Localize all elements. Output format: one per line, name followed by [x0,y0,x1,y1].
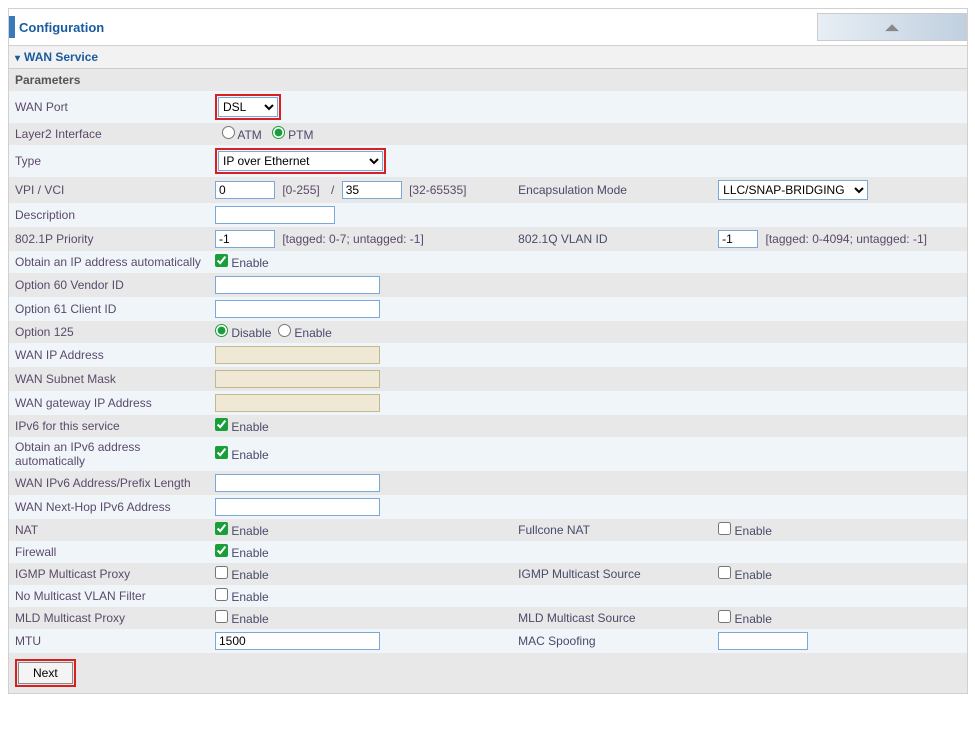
parameters-header: Parameters [9,69,967,91]
header-accent [9,16,15,38]
vpi-vci-sep: / [331,183,334,197]
igmp-src-label: IGMP Multicast Source [512,563,712,585]
wan-mask-input[interactable] [215,370,380,388]
wan-ip-label: WAN IP Address [9,343,209,367]
ipv6-addr-label: WAN IPv6 Address/Prefix Length [9,471,209,495]
opt125-enable-text: Enable [294,326,331,340]
igmp-label: IGMP Multicast Proxy [9,563,209,585]
encap-select[interactable]: LLC/SNAP-BRIDGING [718,180,868,200]
parameters-table: WAN Port DSL Layer2 Interface ATM PTM Ty… [9,91,967,653]
page-title: Configuration [19,20,104,35]
novlan-label: No Multicast VLAN Filter [9,585,209,607]
vci-hint: [32-65535] [409,183,466,197]
igmp-checkbox[interactable] [215,566,228,579]
obtain-ip-label: Obtain an IP address automatically [9,251,209,273]
igmp-enable: Enable [231,568,268,582]
ipv6-auto-label: Obtain an IPv6 address automatically [9,437,209,471]
fullcone-checkbox[interactable] [718,522,731,535]
vpi-hint: [0-255] [282,183,319,197]
nat-enable: Enable [231,524,268,538]
opt125-disable-text: Disable [231,326,271,340]
ipv6-auto-enable: Enable [231,448,268,462]
vci-input[interactable] [342,181,402,199]
section-wan-service[interactable]: WAN Service [9,46,967,69]
dot1p-label: 802.1P Priority [9,227,209,251]
vlan-input[interactable] [718,230,758,248]
layer2-atm-radio[interactable] [222,126,235,139]
wan-ip-input[interactable] [215,346,380,364]
mac-spoof-input[interactable] [718,632,808,650]
ipv6-svc-enable: Enable [231,420,268,434]
nat-checkbox[interactable] [215,522,228,535]
fullcone-label: Fullcone NAT [512,519,712,541]
nat-label: NAT [9,519,209,541]
type-select[interactable]: IP over Ethernet [218,151,383,171]
description-label: Description [9,203,209,227]
header-image: ◢◣ [817,13,967,41]
igmp-src-enable: Enable [735,568,772,582]
opt60-input[interactable] [215,276,380,294]
description-input[interactable] [215,206,335,224]
wan-port-highlight: DSL [215,94,281,120]
novlan-checkbox[interactable] [215,588,228,601]
wan-port-label: WAN Port [9,91,209,123]
next-button[interactable]: Next [18,662,73,684]
mld-label: MLD Multicast Proxy [9,607,209,629]
type-highlight: IP over Ethernet [215,148,386,174]
vlan-hint: [tagged: 0-4094; untagged: -1] [766,232,927,246]
next-highlight: Next [15,659,76,687]
opt125-enable-radio[interactable] [278,324,291,337]
obtain-ip-enable: Enable [231,256,268,270]
wan-mask-label: WAN Subnet Mask [9,367,209,391]
obtain-ip-checkbox[interactable] [215,254,228,267]
wan-gw-input[interactable] [215,394,380,412]
mld-checkbox[interactable] [215,610,228,623]
ipv6-nh-input[interactable] [215,498,380,516]
opt125-label: Option 125 [9,321,209,343]
layer2-ptm-radio[interactable] [272,126,285,139]
dot1p-hint: [tagged: 0-7; untagged: -1] [282,232,423,246]
config-panel: Configuration ◢◣ WAN Service Parameters … [8,8,968,694]
header-bar: Configuration ◢◣ [9,9,967,46]
layer2-atm-text: ATM [237,128,261,142]
igmp-src-checkbox[interactable] [718,566,731,579]
opt61-input[interactable] [215,300,380,318]
opt61-label: Option 61 Client ID [9,297,209,321]
firewall-checkbox[interactable] [215,544,228,557]
mac-spoof-label: MAC Spoofing [512,629,712,653]
opt60-label: Option 60 Vendor ID [9,273,209,297]
ipv6-svc-label: IPv6 for this service [9,415,209,437]
mld-enable: Enable [231,612,268,626]
wan-gw-label: WAN gateway IP Address [9,391,209,415]
vlan-label: 802.1Q VLAN ID [512,227,712,251]
ipv6-addr-input[interactable] [215,474,380,492]
layer2-ptm-text: PTM [288,128,313,142]
type-label: Type [9,145,209,177]
fullcone-enable: Enable [735,524,772,538]
layer2-label: Layer2 Interface [9,123,209,145]
dot1p-input[interactable] [215,230,275,248]
mld-src-checkbox[interactable] [718,610,731,623]
novlan-enable: Enable [231,590,268,604]
firewall-enable: Enable [231,546,268,560]
mtu-label: MTU [9,629,209,653]
ipv6-auto-checkbox[interactable] [215,446,228,459]
vpi-input[interactable] [215,181,275,199]
ipv6-nh-label: WAN Next-Hop IPv6 Address [9,495,209,519]
vpi-vci-label: VPI / VCI [9,177,209,203]
opt125-disable-radio[interactable] [215,324,228,337]
wan-port-select[interactable]: DSL [218,97,278,117]
mld-src-enable: Enable [735,612,772,626]
mtu-input[interactable] [215,632,380,650]
ipv6-svc-checkbox[interactable] [215,418,228,431]
button-row: Next [9,653,967,693]
mld-src-label: MLD Multicast Source [512,607,712,629]
firewall-label: Firewall [9,541,209,563]
encap-label: Encapsulation Mode [512,177,712,203]
